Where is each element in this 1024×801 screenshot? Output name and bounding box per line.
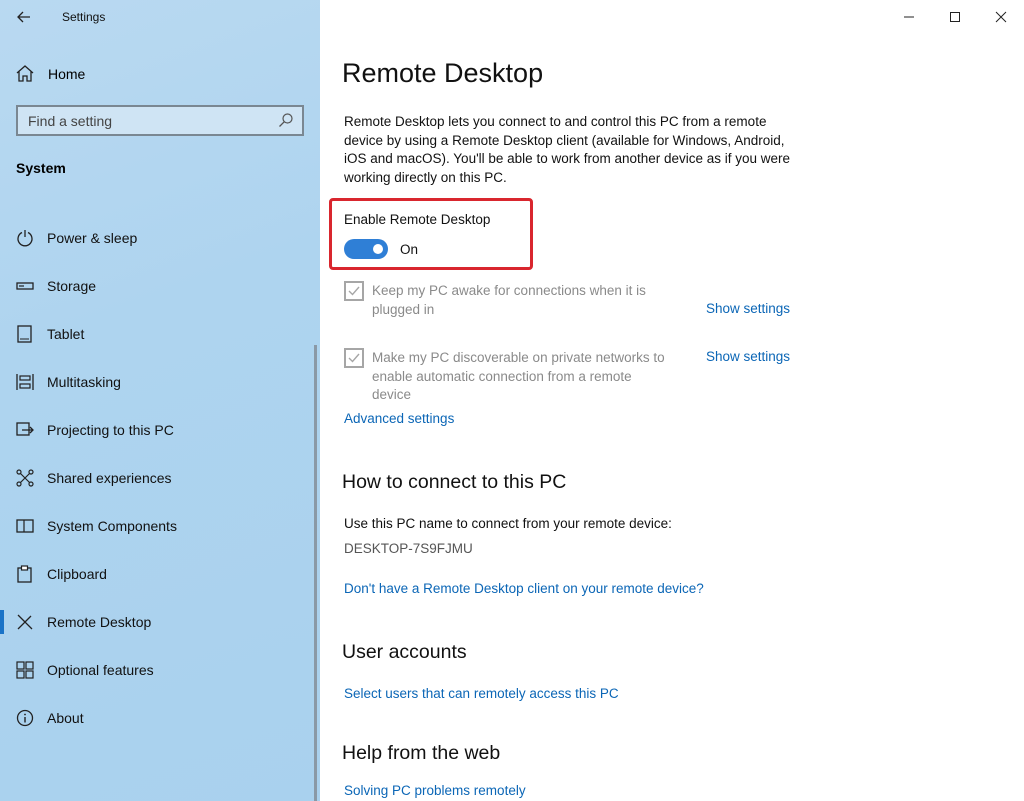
sidebar-item-label: Multitasking [47, 374, 121, 390]
description-text: Remote Desktop lets you connect to and c… [344, 114, 791, 185]
sidebar-item-shared-experiences[interactable]: Shared experiences [0, 454, 320, 502]
app-title: Settings [62, 10, 106, 24]
connect-instructions: Use this PC name to connect from your re… [344, 516, 672, 531]
sidebar-scrollbar[interactable] [314, 345, 317, 801]
minimize-icon [904, 16, 914, 18]
checkmark-icon [348, 286, 360, 296]
sidebar-item-tablet[interactable]: Tablet [0, 310, 320, 358]
sidebar-item-label: System Components [47, 518, 177, 534]
window-controls [886, 0, 1024, 34]
connect-heading: How to connect to this PC [342, 471, 567, 493]
multitasking-icon [16, 374, 34, 390]
home-icon [16, 65, 34, 82]
power-icon [17, 230, 33, 247]
sidebar-item-multitasking[interactable]: Multitasking [0, 358, 320, 406]
home-nav-item[interactable]: Home [0, 58, 320, 90]
minimize-button[interactable] [886, 0, 932, 34]
sidebar-item-label: Shared experiences [47, 470, 172, 486]
sidebar-item-projecting[interactable]: Projecting to this PC [0, 406, 320, 454]
sidebar-item-optional-features[interactable]: Optional features [0, 646, 320, 694]
close-icon [995, 11, 1007, 23]
sidebar-item-about[interactable]: About [0, 694, 320, 742]
info-icon [16, 709, 34, 727]
sidebar-item-remote-desktop[interactable]: Remote Desktop [0, 598, 320, 646]
title-bar: Settings [0, 0, 320, 34]
sidebar-item-label: About [47, 710, 84, 726]
sidebar-item-label: Tablet [47, 326, 85, 342]
sidebar-item-label: Optional features [47, 662, 154, 678]
pc-name: DESKTOP-7S9FJMU [344, 541, 473, 556]
show-settings-link-2[interactable]: Show settings [706, 349, 790, 364]
tablet-icon [17, 325, 32, 343]
show-settings-link-1[interactable]: Show settings [706, 301, 790, 316]
projecting-icon [16, 422, 34, 436]
home-label: Home [48, 66, 86, 82]
sidebar-item-system-components[interactable]: System Components [0, 502, 320, 550]
page-title: Remote Desktop [342, 58, 544, 88]
active-indicator [0, 610, 4, 634]
sidebar-item-label: Remote Desktop [47, 614, 152, 630]
search-icon[interactable] [278, 112, 294, 128]
keep-awake-label: Keep my PC awake for connections when it… [372, 283, 646, 317]
sidebar-item-label: Clipboard [47, 566, 107, 582]
sidebar-item-label: Projecting to this PC [47, 422, 174, 438]
keep-awake-checkbox[interactable] [344, 281, 364, 301]
select-users-link[interactable]: Select users that can remotely access th… [344, 686, 619, 701]
sidebar-nav: Power & sleep Storage Tablet Multitaskin… [0, 214, 320, 742]
sidebar: Settings Home System Power & sleep Stora… [0, 0, 320, 801]
search-box[interactable] [16, 105, 304, 136]
help-link[interactable]: Solving PC problems remotely [344, 783, 526, 798]
sidebar-item-clipboard[interactable]: Clipboard [0, 550, 320, 598]
close-button[interactable] [978, 0, 1024, 34]
back-arrow-icon [17, 11, 30, 23]
clipboard-icon [17, 565, 32, 583]
enable-remote-desktop-label: Enable Remote Desktop [344, 212, 491, 227]
highlight-box [329, 198, 533, 270]
user-accounts-heading: User accounts [342, 641, 467, 663]
storage-icon [16, 282, 34, 290]
advanced-settings-link[interactable]: Advanced settings [344, 411, 454, 426]
discoverable-label: Make my PC discoverable on private netwo… [372, 350, 665, 402]
system-components-icon [16, 519, 34, 533]
toggle-state-label: On [400, 242, 419, 257]
sidebar-item-storage[interactable]: Storage [0, 262, 320, 310]
remote-desktop-icon [17, 614, 33, 630]
shared-experiences-icon [16, 469, 34, 487]
toggle-knob [373, 244, 383, 254]
enable-remote-desktop-toggle[interactable] [344, 239, 388, 259]
checkmark-icon [348, 353, 360, 363]
discoverable-checkbox[interactable] [344, 348, 364, 368]
maximize-button[interactable] [932, 0, 978, 34]
sidebar-item-label: Storage [47, 278, 97, 294]
get-client-link[interactable]: Don't have a Remote Desktop client on yo… [344, 581, 704, 596]
search-input[interactable] [18, 107, 268, 134]
sidebar-item-label: Power & sleep [47, 230, 138, 246]
maximize-icon [950, 12, 960, 22]
section-label: System [16, 160, 66, 176]
back-button[interactable] [12, 6, 36, 28]
main-panel: Remote Desktop Remote Desktop lets you c… [320, 0, 1024, 801]
sidebar-item-power-sleep[interactable]: Power & sleep [0, 214, 320, 262]
help-heading: Help from the web [342, 742, 501, 764]
optional-features-icon [16, 661, 34, 679]
